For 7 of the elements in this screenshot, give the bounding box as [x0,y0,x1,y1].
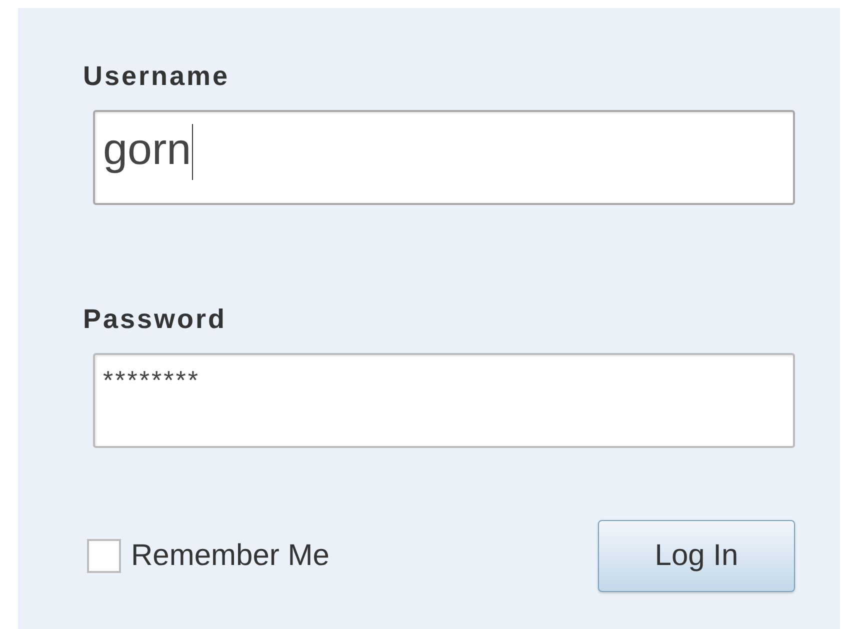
field-label: Username [83,60,231,92]
input-field[interactable]: gorn [93,110,795,205]
checkbox-label[interactable]: Remember Me [131,539,330,573]
login-button[interactable]: Log In [598,520,795,592]
input-field[interactable]: ******** [93,353,795,448]
checkbox[interactable] [87,539,121,573]
field-label: Password [83,303,228,335]
